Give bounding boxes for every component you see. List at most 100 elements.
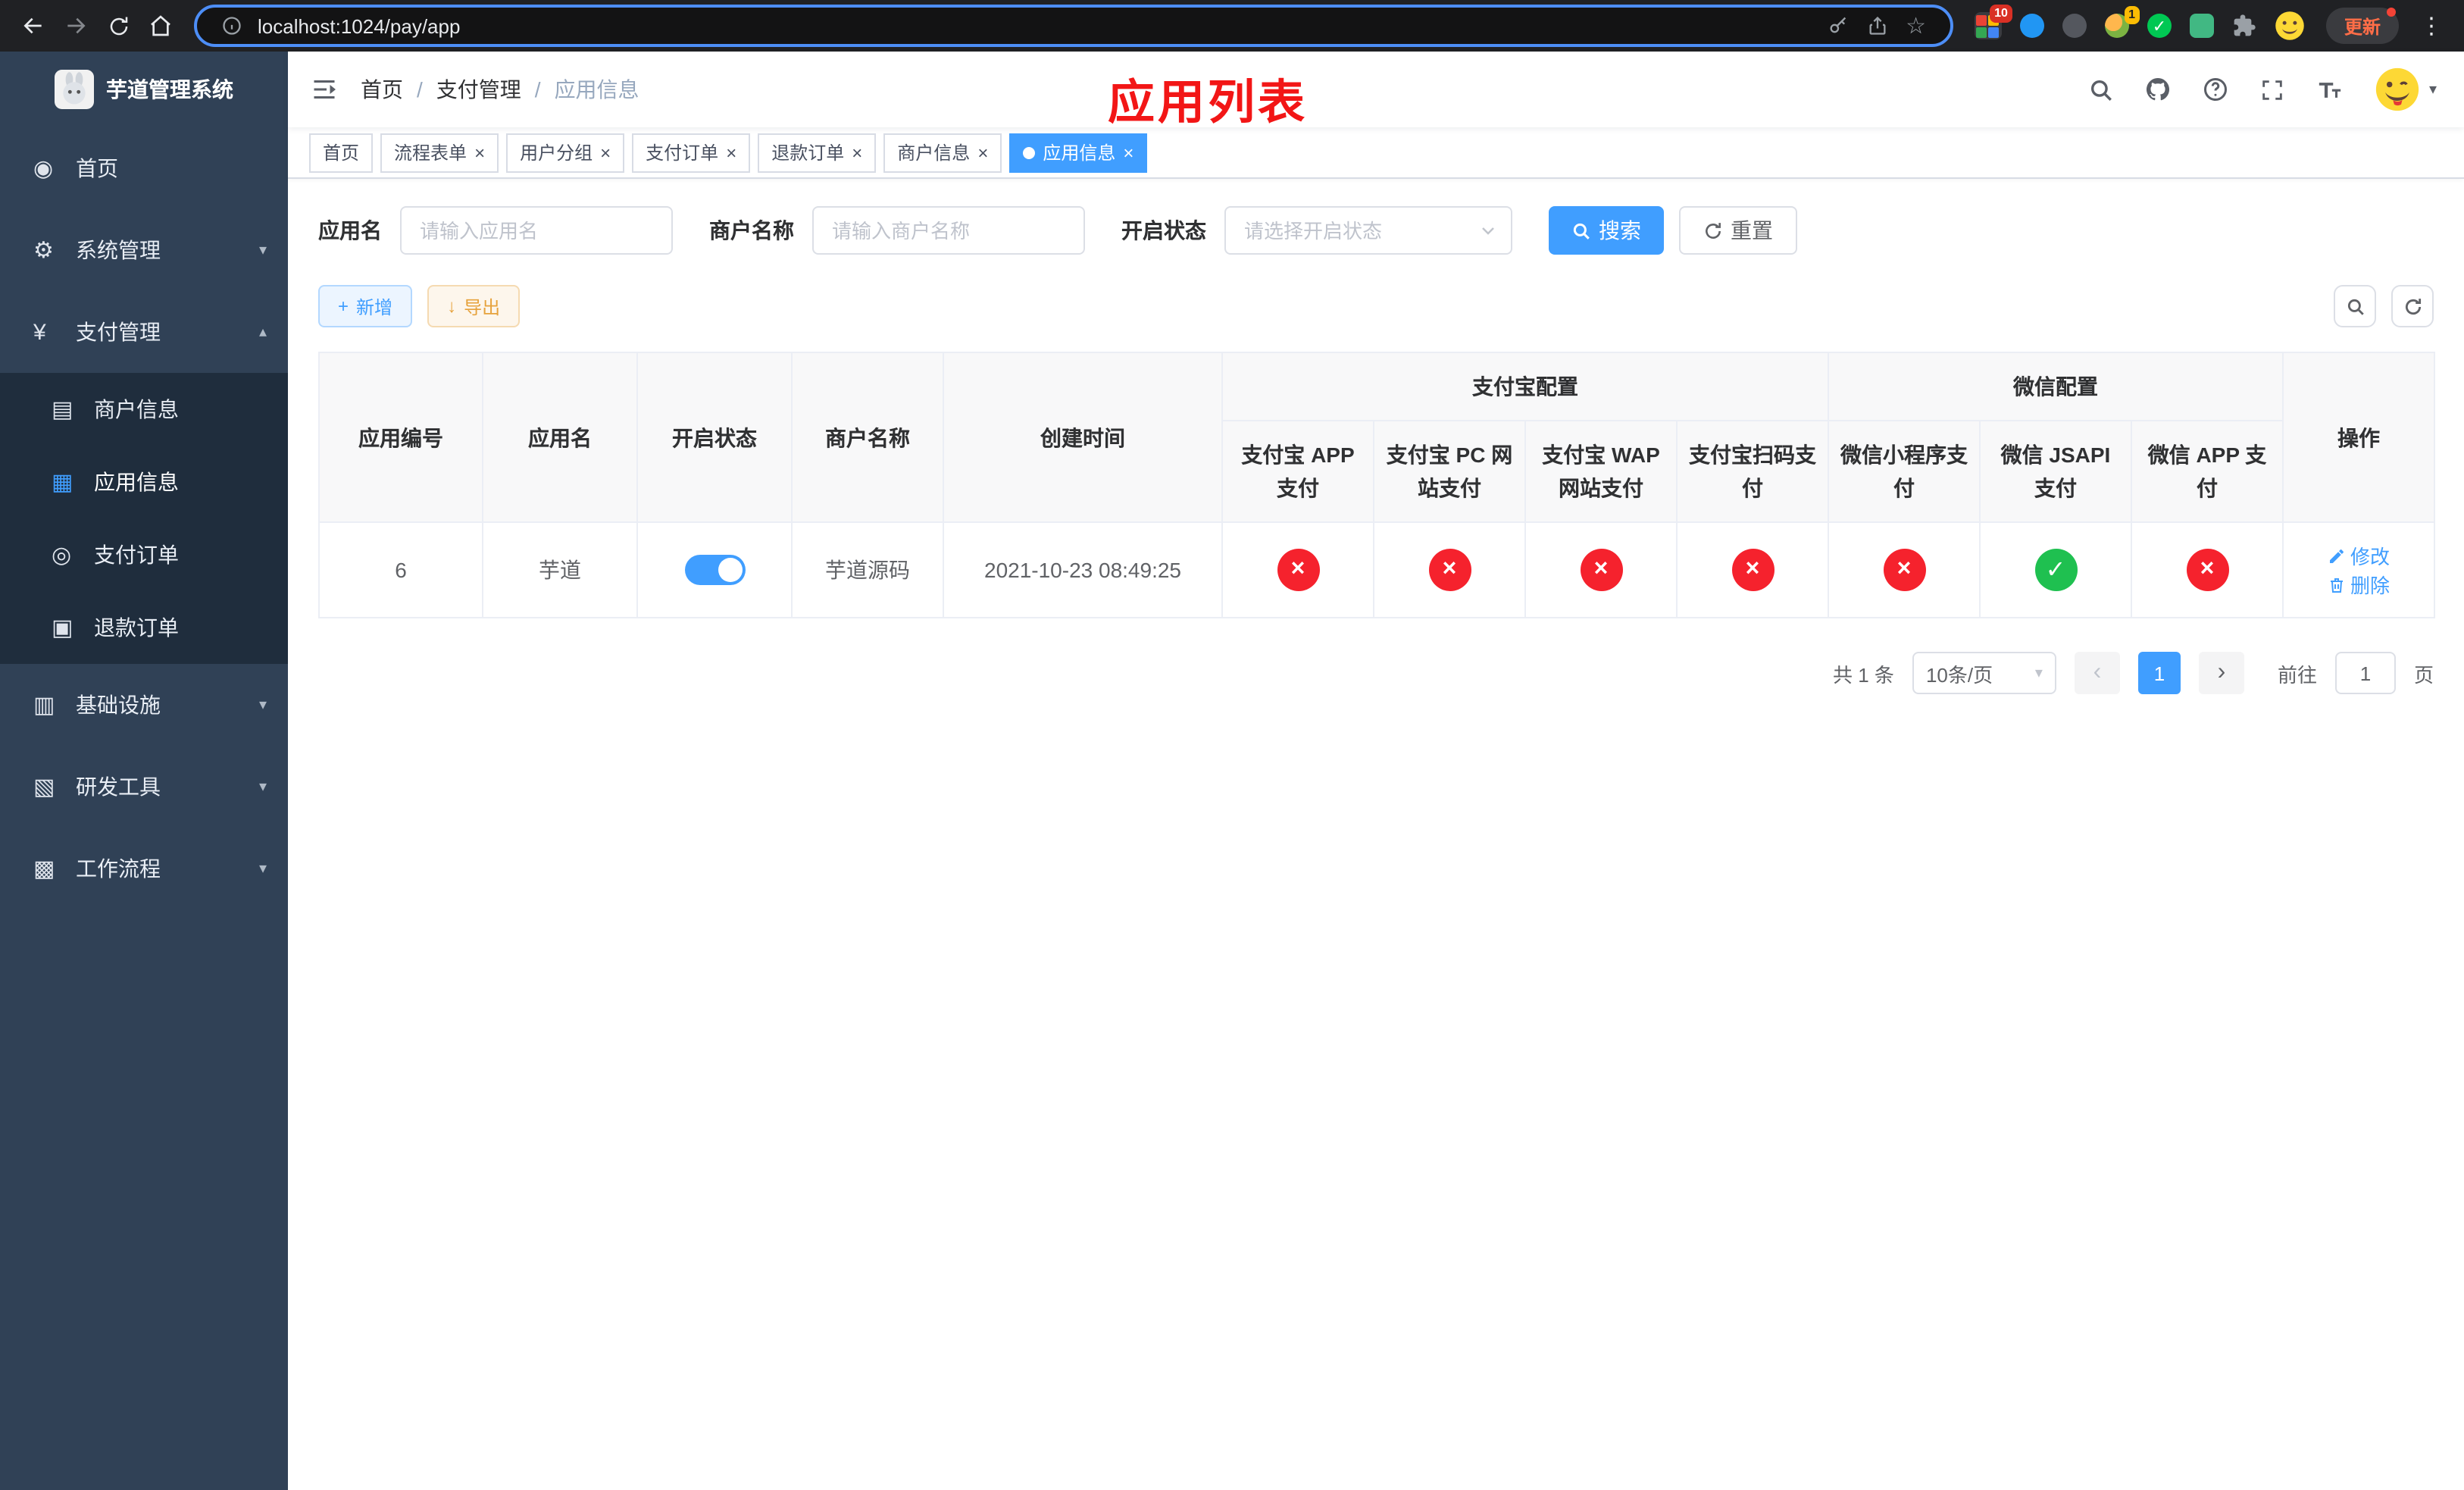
cell-app-id: 6 [318, 521, 483, 618]
extension-vue-icon[interactable] [2189, 14, 2214, 38]
cell-app-name: 芋道 [482, 521, 638, 618]
browser-home-icon[interactable] [139, 5, 182, 47]
browser-reload-icon[interactable] [97, 5, 139, 47]
url-bar[interactable]: localhost:1024/pay/app ☆ [194, 5, 1953, 47]
tab-close-icon[interactable]: × [977, 143, 988, 161]
sidebar-item-home[interactable]: ◉ 首页 [0, 127, 288, 209]
breadcrumb-payment[interactable]: 支付管理 [436, 74, 521, 105]
tab-close-icon[interactable]: × [726, 143, 736, 161]
sidebar-item-app-info[interactable]: ▦ 应用信息 [0, 446, 288, 518]
tab-process-form[interactable]: 流程表单 × [380, 133, 499, 172]
col-alipay-pc: 支付宝 PC 网站支付 [1373, 420, 1526, 523]
help-question-icon[interactable] [2187, 52, 2244, 127]
extension-grid-icon[interactable]: 10 [1974, 5, 2012, 39]
github-icon[interactable] [2129, 52, 2187, 127]
header-search-icon[interactable] [2073, 52, 2129, 127]
pencil-icon [2329, 549, 2344, 562]
wx-jsapi-enabled-icon: ✓ [2034, 549, 2077, 591]
page-size-select[interactable]: 10条/页 ▾ [1912, 652, 2056, 694]
tab-refund-order[interactable]: 退款订单 × [758, 133, 877, 172]
sidebar-item-merchant-info[interactable]: ▤ 商户信息 [0, 373, 288, 446]
sidebar-item-pay-order[interactable]: ◎ 支付订单 [0, 518, 288, 591]
next-page-button[interactable]: › [2198, 652, 2244, 694]
page-number-1[interactable]: 1 [2137, 652, 2181, 694]
browser-profile-avatar[interactable] [2275, 11, 2305, 41]
tab-home[interactable]: 首页 [309, 133, 374, 172]
chevron-down-icon: ▾ [258, 860, 267, 877]
browser-back-icon[interactable] [12, 5, 55, 47]
sidebar-fold-icon[interactable] [288, 52, 361, 127]
extension-check-icon[interactable]: ✓ [2147, 14, 2172, 38]
extension-drop-icon[interactable] [2019, 14, 2044, 38]
sidebar-item-system[interactable]: ⚙ 系统管理 ▾ [0, 209, 288, 291]
tab-close-icon[interactable]: × [474, 143, 485, 161]
app-name-label: 应用名 [318, 218, 382, 243]
extension-dark-icon[interactable] [2062, 14, 2087, 38]
chevron-down-icon: ▾ [258, 242, 267, 258]
toggle-search-button[interactable] [2334, 285, 2376, 327]
col-app-id: 应用编号 [318, 352, 483, 523]
fullscreen-icon[interactable] [2244, 52, 2300, 127]
refresh-icon [1706, 222, 1721, 238]
sidebar-item-infrastructure[interactable]: ▥ 基础设施 ▾ [0, 664, 288, 746]
sidebar-item-payment[interactable]: ¥ 支付管理 ▴ [0, 291, 288, 373]
reset-button[interactable]: 重置 [1679, 206, 1797, 255]
tab-close-icon[interactable]: × [600, 143, 611, 161]
avatar-emoji [2375, 67, 2419, 111]
refresh-table-button[interactable] [2391, 285, 2434, 327]
password-key-icon[interactable] [1818, 15, 1857, 36]
sidebar-item-workflow[interactable]: ▩ 工作流程 ▾ [0, 828, 288, 909]
font-size-icon[interactable] [2300, 52, 2359, 127]
share-icon[interactable] [1857, 15, 1896, 36]
browser-menu-kebab-icon[interactable]: ⋮ [2411, 12, 2452, 39]
edit-link[interactable]: 修改 [2328, 541, 2390, 570]
col-merchant: 商户名称 [791, 352, 944, 523]
delete-link[interactable]: 删除 [2328, 570, 2390, 599]
tab-merchant-info[interactable]: 商户信息 × [883, 133, 1002, 172]
tags-view-bar: 首页 流程表单 × 用户分组 × 支付订单 × 退款订单 × 商户信息 × 应用信息 × [288, 127, 2464, 179]
extensions-puzzle-icon[interactable] [2232, 14, 2256, 38]
goto-page-input[interactable] [2334, 652, 2396, 694]
status-toggle[interactable] [684, 555, 745, 585]
extensions-area: 10 1 ✓ 更新 ⋮ [1965, 5, 2452, 44]
site-info-icon[interactable] [212, 15, 252, 36]
tab-pay-order[interactable]: 支付订单 × [632, 133, 751, 172]
merchant-name-input[interactable] [812, 206, 1085, 255]
tab-user-group[interactable]: 用户分组 × [506, 133, 625, 172]
alipay-wap-disabled-icon: × [1580, 549, 1622, 591]
search-icon [2347, 298, 2363, 315]
tab-close-icon[interactable]: × [1123, 143, 1134, 161]
browser-update-button[interactable]: 更新 [2325, 8, 2399, 44]
prev-page-button[interactable]: ‹ [2074, 652, 2120, 694]
active-tab-dot [1023, 146, 1036, 158]
alipay-pc-disabled-icon: × [1428, 549, 1471, 591]
table-row: 6 芋道 芋道源码 2021-10-23 08:49:25 × × × × × … [318, 521, 2435, 618]
bookmark-star-icon[interactable]: ☆ [1896, 12, 1935, 39]
sidebar-item-refund-order[interactable]: ▣ 退款订单 [0, 591, 288, 664]
sidebar-item-devtools[interactable]: ▧ 研发工具 ▾ [0, 746, 288, 828]
yen-icon: ¥ [33, 319, 46, 345]
pagination: 共 1 条 10条/页 ▾ ‹ 1 › 前往 页 [318, 652, 2434, 694]
browser-forward-icon[interactable] [55, 5, 97, 47]
add-button[interactable]: + 新增 [318, 285, 413, 327]
order-icon: ◎ [52, 543, 72, 568]
app-logo [55, 70, 94, 109]
refresh-icon [2404, 298, 2421, 315]
page-content: 应用名 商户名称 开启状态 搜索 [288, 179, 2464, 722]
export-button[interactable]: ↓ 导出 [427, 285, 521, 327]
breadcrumb-home[interactable]: 首页 [361, 74, 403, 105]
dashboard-icon: ◉ [33, 156, 54, 182]
breadcrumb: 首页 / 支付管理 / 应用信息 [361, 74, 639, 105]
tab-app-info[interactable]: 应用信息 × [1009, 133, 1148, 172]
goto-label: 前往 [2277, 663, 2317, 686]
user-avatar[interactable]: ▾ [2375, 67, 2437, 112]
col-alipay-wap: 支付宝 WAP 网站支付 [1524, 420, 1678, 523]
search-button[interactable]: 搜索 [1549, 206, 1664, 255]
extension-avatar-icon[interactable]: 1 [2104, 6, 2140, 38]
tab-close-icon[interactable]: × [852, 143, 862, 161]
status-select[interactable] [1224, 206, 1512, 255]
app-name-input[interactable] [400, 206, 673, 255]
app-logo-row[interactable]: 芋道管理系统 [0, 52, 288, 127]
chevron-down-icon: ▾ [258, 696, 267, 713]
data-table: 应用编号 应用名 开启状态 商户名称 创建时间 支付宝配置 微信配置 操作 支付… [318, 352, 2435, 618]
